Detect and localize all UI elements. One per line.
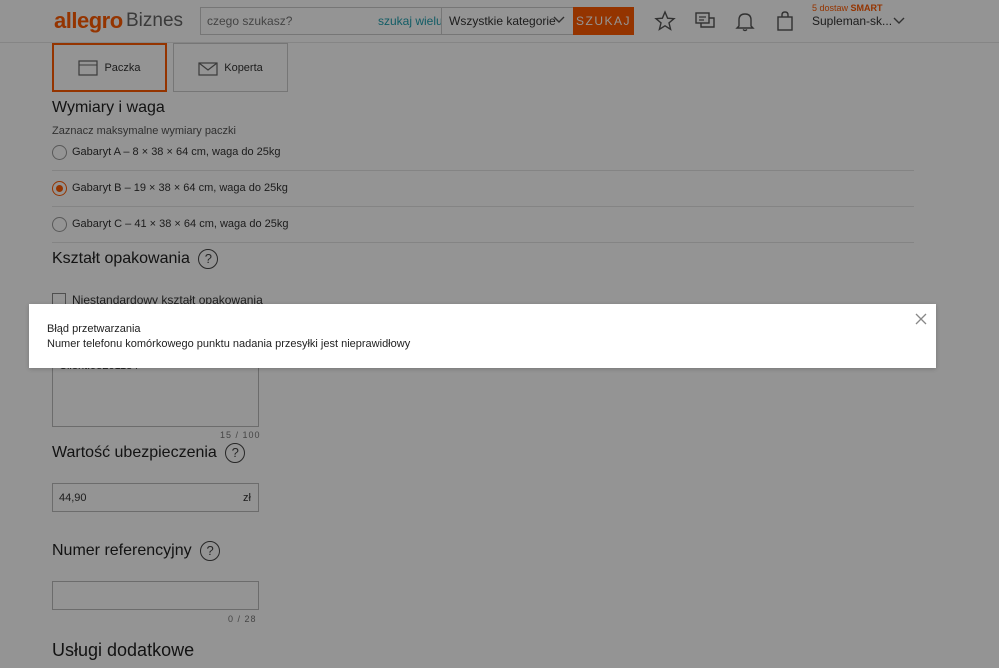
error-notification: Błąd przetwarzania Numer telefonu komórk… <box>29 304 936 368</box>
error-title: Błąd przetwarzania <box>47 323 141 335</box>
close-icon[interactable] <box>914 312 928 326</box>
error-message: Numer telefonu komórkowego punktu nadani… <box>47 338 411 350</box>
